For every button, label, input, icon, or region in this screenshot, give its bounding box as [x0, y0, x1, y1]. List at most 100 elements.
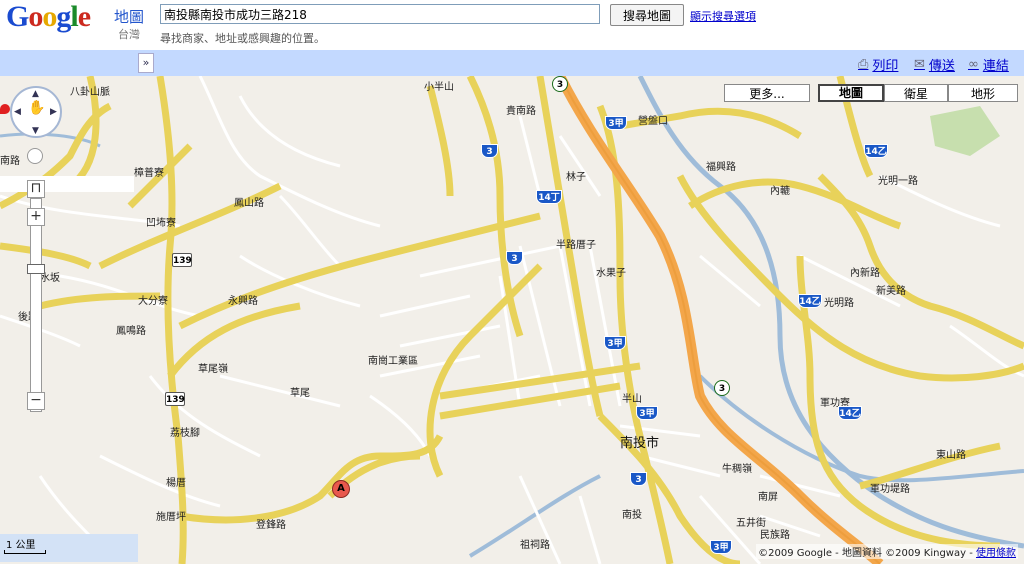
location-marker-a[interactable]: A	[332, 480, 350, 498]
product-name: 地圖	[114, 8, 145, 26]
map-type-satellite-button[interactable]: 衛星	[884, 84, 948, 102]
copyright-text: ©2009 Google - 地圖資料 ©2009 Kingway -	[758, 548, 973, 559]
left-panel-strip	[0, 176, 134, 192]
zoom-street-icon[interactable]: ⊓	[27, 180, 45, 198]
chain-link-icon: ∞	[968, 57, 979, 72]
map-label: 南屏	[758, 492, 778, 503]
print-link[interactable]: ⎙ 列印	[858, 55, 898, 74]
printer-icon: ⎙	[858, 57, 869, 72]
route-shield-14d: 14丁	[536, 190, 562, 204]
route-shield-14z: 14乙	[864, 144, 888, 158]
map-label: 南崗工業區	[368, 356, 418, 367]
map-label: 營盤口	[638, 116, 668, 127]
map-label: 大分寮	[138, 296, 168, 307]
route-shield-139: 139	[172, 253, 192, 267]
link-link[interactable]: ∞ 連結	[968, 55, 1009, 74]
terms-of-use-link[interactable]: 使用條款	[976, 548, 1016, 559]
map-label: 施厝坪	[156, 512, 186, 523]
google-logo[interactable]: Google	[6, 0, 91, 34]
pan-left-icon[interactable]: ◀	[14, 107, 21, 117]
map-label: 東山路	[936, 450, 966, 461]
zoom-slider-track[interactable]	[30, 198, 42, 412]
route-shield-3: 3	[506, 251, 523, 265]
map-label: 牛稠嶺	[722, 464, 752, 475]
scale-line	[4, 550, 46, 554]
panel-toggle-button[interactable]: »	[138, 53, 154, 73]
map-label: 福興路	[706, 162, 736, 173]
zoom-slider-thumb[interactable]	[27, 264, 45, 274]
show-search-options-link[interactable]: 顯示搜尋選項	[690, 8, 756, 24]
zoom-out-button[interactable]: −	[27, 392, 45, 410]
search-maps-button[interactable]: 搜尋地圖	[610, 4, 684, 26]
map-label: 八卦山脈	[70, 87, 110, 98]
map-type-terrain-button[interactable]: 地形	[948, 84, 1018, 102]
route-shield-3j: 3甲	[636, 406, 658, 420]
route-shield-3j: 3甲	[604, 336, 626, 350]
map-label: 草尾嶺	[198, 364, 228, 375]
zoom-in-button[interactable]: +	[27, 208, 45, 226]
map-label: 軍功堤路	[870, 484, 910, 495]
header: Google 地圖 台灣 搜尋地圖 顯示搜尋選項 尋找商家、地址或感興趣的位置。	[0, 0, 1024, 50]
map-label: 半山	[622, 394, 642, 405]
scale-bar: 1 公里	[0, 534, 138, 562]
map-label: 荔枝腳	[170, 428, 200, 439]
map-label: 光明一路	[878, 176, 918, 187]
print-label: 列印	[872, 59, 899, 74]
street-view-icon[interactable]	[27, 148, 43, 164]
route-shield-3: 3	[630, 472, 647, 486]
route-shield-14y: 14乙	[798, 294, 822, 308]
logo-letter: o	[28, 0, 43, 33]
pan-control[interactable]: ▲ ▼ ◀ ▶ ✋	[10, 86, 62, 138]
map-label: 林子	[566, 172, 586, 183]
logo-letter: G	[6, 0, 29, 33]
search-input[interactable]	[160, 4, 600, 24]
map-label: 內轆	[770, 186, 790, 197]
map-type-map-button[interactable]: 地圖	[818, 84, 884, 102]
logo-letter: e	[77, 0, 91, 33]
map-label: 半路厝子	[556, 240, 596, 251]
freeway-shield-3: 3	[714, 380, 730, 396]
map-label: 光明路	[824, 298, 854, 309]
map-label: 南投	[622, 510, 642, 521]
route-shield-139: 139	[165, 392, 185, 406]
logo-letter: o	[42, 0, 57, 33]
map-label: 民族路	[760, 530, 790, 541]
pan-right-icon[interactable]: ▶	[50, 107, 57, 117]
map-label: 祖祠路	[520, 540, 550, 551]
send-link[interactable]: ✉ 傳送	[914, 55, 955, 74]
route-shield-3: 3	[481, 144, 498, 158]
link-label: 連結	[982, 59, 1009, 74]
more-map-types-button[interactable]: 更多...	[724, 84, 810, 102]
copyright: ©2009 Google - 地圖資料 ©2009 Kingway - 使用條款	[756, 544, 1018, 559]
route-shield-3j: 3甲	[605, 116, 627, 130]
region-name: 台灣	[118, 28, 140, 41]
location-pin-icon[interactable]	[0, 104, 10, 114]
map-label: 鳳山路	[234, 198, 264, 209]
envelope-icon: ✉	[914, 57, 925, 72]
map-label: 內新路	[850, 268, 880, 279]
search-hint: 尋找商家、地址或感興趣的位置。	[160, 32, 325, 45]
map-label: 登鋒路	[256, 520, 286, 531]
logo-letter: g	[56, 0, 71, 33]
logo-letter: l	[70, 0, 78, 33]
toolbar: » ⎙ 列印 ✉ 傳送 ∞ 連結	[0, 50, 1024, 76]
pan-down-icon[interactable]: ▼	[32, 126, 39, 136]
map-label: 永興路	[228, 296, 258, 307]
map-label: 草尾	[290, 388, 310, 399]
map-label: 樟普寮	[134, 168, 164, 179]
send-label: 傳送	[928, 59, 955, 74]
map-label: 楊厝	[166, 478, 186, 489]
freeway-shield-3: 3	[552, 76, 568, 92]
pan-up-icon[interactable]: ▲	[32, 89, 39, 99]
map-label: 凹㘵寮	[146, 218, 176, 229]
route-shield-3j: 3甲	[710, 540, 732, 554]
map-label-city: 南投市	[620, 436, 660, 451]
route-shield-14e: 14乙	[838, 406, 862, 420]
hand-icon: ✋	[28, 100, 46, 116]
map-label: 貴南路	[506, 106, 536, 117]
map-label: 水果子	[596, 268, 626, 279]
map-label: 南路	[0, 156, 20, 167]
map-label: 新美路	[876, 286, 906, 297]
map-canvas[interactable]: 八卦山脈 小半山 南路 樟普寮 凹㘵寮 鳳山路 水坂 大分寮 永興路 後路 鳳鳴…	[0, 76, 1024, 564]
scale-label: 1 公里	[6, 540, 36, 551]
